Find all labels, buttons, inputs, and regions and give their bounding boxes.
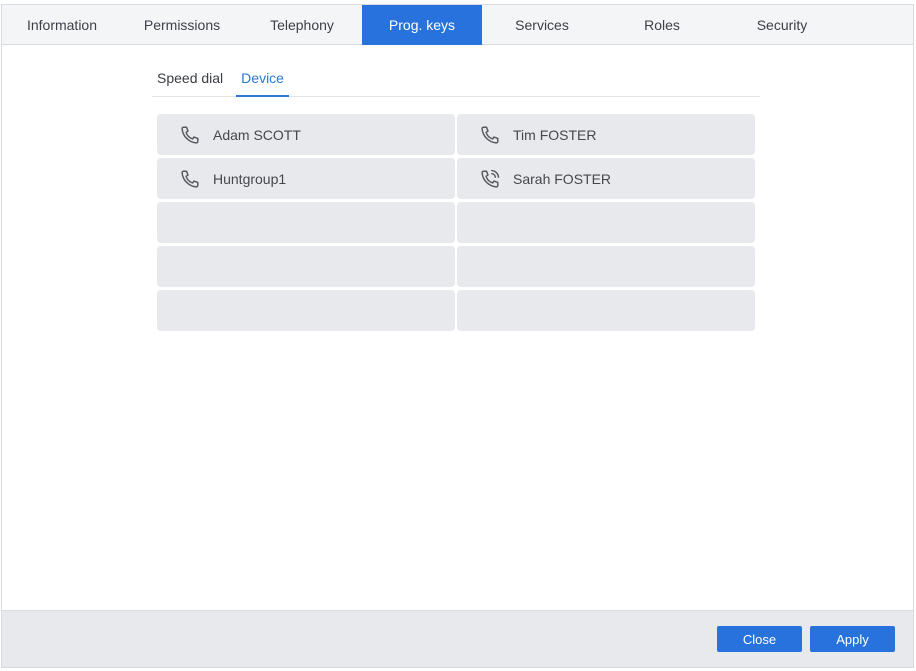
sub-tab-speed-dial[interactable]: Speed dial [152,63,228,97]
prog-key-empty[interactable] [157,246,455,287]
phone-icon [179,168,201,190]
prog-key-empty[interactable] [457,246,755,287]
apply-button[interactable]: Apply [810,626,895,652]
tab-security[interactable]: Security [722,5,842,45]
tab-information[interactable]: Information [2,5,122,45]
prog-key[interactable]: Adam SCOTT [157,114,455,155]
phone-icon [179,124,201,146]
tab-roles[interactable]: Roles [602,5,722,45]
close-button[interactable]: Close [717,626,802,652]
prog-key[interactable]: Tim FOSTER [457,114,755,155]
prog-key-label: Huntgroup1 [213,170,287,187]
prog-key-empty[interactable] [157,202,455,243]
tab-prog-keys[interactable]: Prog. keys [362,5,482,45]
phone-ringing-icon [479,168,501,190]
phone-icon [479,124,501,146]
main-tab-bar: Information Permissions Telephony Prog. … [2,5,913,45]
prog-key[interactable]: Huntgroup1 [157,158,455,199]
sub-tab-device[interactable]: Device [236,63,289,97]
tab-services[interactable]: Services [482,5,602,45]
prog-key-empty[interactable] [157,290,455,331]
prog-key-empty[interactable] [457,290,755,331]
tab-permissions[interactable]: Permissions [122,5,242,45]
user-settings-dialog: Information Permissions Telephony Prog. … [1,4,914,668]
prog-keys-grid: Adam SCOTT Tim FOSTER Huntgroup1 Sarah F… [157,114,757,331]
dialog-footer: Close Apply [2,610,913,667]
prog-key[interactable]: Sarah FOSTER [457,158,755,199]
prog-key-label: Adam SCOTT [213,126,301,143]
tab-telephony[interactable]: Telephony [242,5,362,45]
prog-key-label: Tim FOSTER [513,126,597,143]
sub-tab-bar: Speed dial Device [152,63,760,97]
prog-key-empty[interactable] [457,202,755,243]
prog-key-label: Sarah FOSTER [513,170,612,187]
